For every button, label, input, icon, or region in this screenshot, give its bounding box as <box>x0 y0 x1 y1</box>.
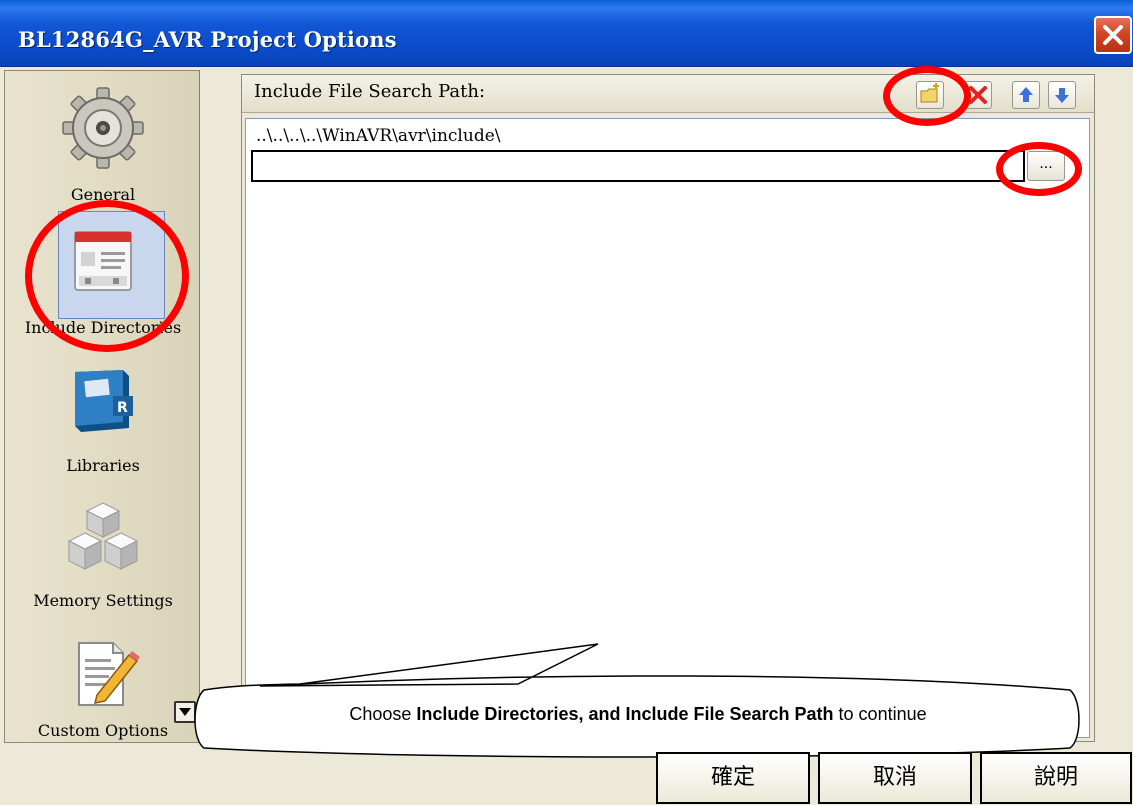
cancel-button[interactable]: 取消 <box>818 752 972 804</box>
ok-button[interactable]: 確定 <box>656 752 810 804</box>
callout-bubble <box>194 643 1080 758</box>
callout-text: Choose Include Directories, and Include … <box>349 704 927 724</box>
help-button[interactable]: 說明 <box>980 752 1132 804</box>
